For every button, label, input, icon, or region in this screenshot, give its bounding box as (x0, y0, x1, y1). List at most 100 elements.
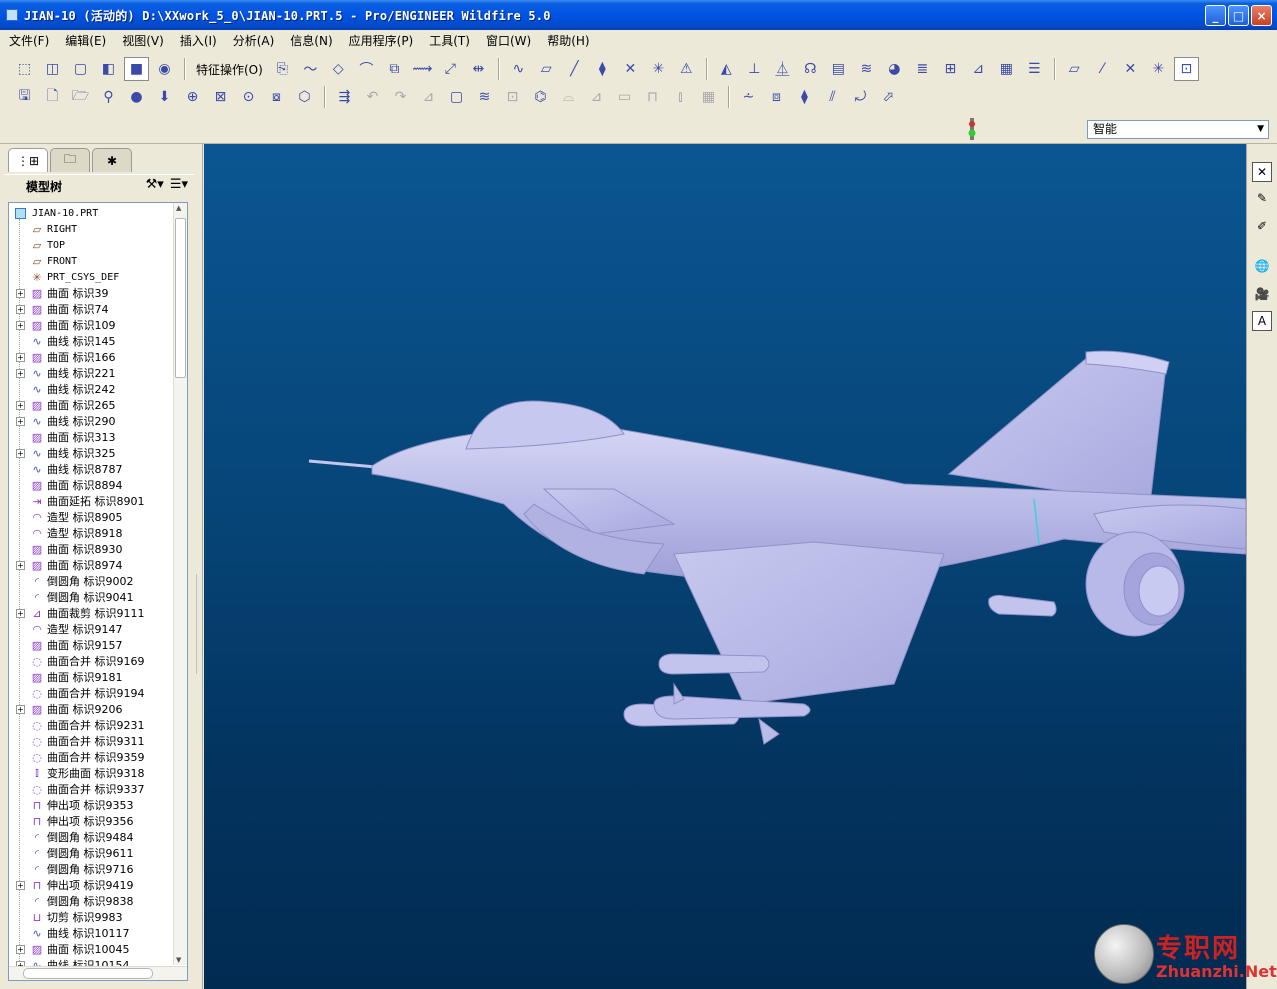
tree-item[interactable]: ◌ 曲面合并 标识9359 (11, 749, 175, 765)
relations-icon[interactable]: ⊕ (180, 85, 205, 109)
curvature-icon[interactable]: ☊ (798, 57, 823, 81)
expand-icon[interactable]: + (16, 416, 25, 426)
shading-edges-icon[interactable]: ◧ (96, 57, 121, 81)
horizontal-scrollbar[interactable] (9, 966, 187, 980)
csys-icon[interactable]: ✳ (646, 57, 671, 81)
tree-item[interactable]: + ▨ 曲面 标识9206 (11, 701, 175, 717)
layer-icon[interactable]: ☰ (1022, 57, 1047, 81)
tree-item[interactable]: + ▨ 曲面 标识10045 (11, 941, 175, 957)
menu-edit[interactable]: 编辑(E) (60, 32, 111, 49)
sketch-edit-icon[interactable]: ✎ (1252, 188, 1272, 208)
style-tool-icon[interactable]: ⇶ (332, 85, 357, 109)
tree-item[interactable]: ▨ 曲面 标识313 (11, 429, 175, 445)
tree-item[interactable]: + ▨ 曲面 标识166 (11, 349, 175, 365)
tree-item[interactable]: + ⊓ 伸出项 标识9419 (11, 877, 175, 893)
copy-icon[interactable]: ⎘ (270, 57, 295, 81)
sphere-icon[interactable]: ● (124, 85, 149, 109)
boundary-blend-icon[interactable]: ⌒ (354, 57, 379, 81)
tree-item[interactable]: ▨ 曲面 标识8930 (11, 541, 175, 557)
tree-item[interactable]: ⊔ 切剪 标识9983 (11, 909, 175, 925)
csys-display-icon[interactable]: ✳ (1146, 57, 1171, 81)
enhanced-realism-icon[interactable]: ◉ (152, 57, 177, 81)
mirror-icon[interactable]: ⇹ (466, 57, 491, 81)
tree-item[interactable]: ▱ FRONT (11, 253, 175, 269)
tree-item[interactable]: + ▨ 曲面 标识265 (11, 397, 175, 413)
regenerate-icon[interactable]: ⬇ (152, 85, 177, 109)
offset-icon[interactable]: ⧉ (382, 57, 407, 81)
connect-icon[interactable]: ⚲ (96, 85, 121, 109)
tree-item[interactable]: ✳ PRT_CSYS_DEF (11, 269, 175, 285)
pencil-icon[interactable]: ✐ (1252, 216, 1272, 236)
menu-tools[interactable]: 工具(T) (424, 32, 475, 49)
show-menu-icon[interactable]: ☰▾ (170, 177, 188, 192)
tree-item[interactable]: ∿ 曲线 标识145 (11, 333, 175, 349)
tree-item[interactable]: ◌ 曲面合并 标识9169 (11, 653, 175, 669)
tree-item[interactable]: ◌ 曲面合并 标识9194 (11, 685, 175, 701)
tree-item[interactable]: + ∿ 曲线 标识290 (11, 413, 175, 429)
tree-item[interactable]: + ⊿ 曲面裁剪 标识9111 (11, 605, 175, 621)
section-icon[interactable]: ⏅ (770, 57, 795, 81)
scroll-thumb[interactable] (175, 218, 186, 378)
point-icon[interactable]: ✕ (618, 57, 643, 81)
dihedral-icon[interactable]: ⊞ (938, 57, 963, 81)
annotation-icon[interactable]: A (1252, 311, 1272, 331)
camera-icon[interactable]: 🎥 (1252, 284, 1272, 304)
isophote-icon[interactable]: ≣ (910, 57, 935, 81)
menu-info[interactable]: 信息(N) (285, 32, 337, 49)
no-hidden-icon[interactable]: ▢ (68, 57, 93, 81)
tree-item[interactable]: ◜ 倒圆角 标识9716 (11, 861, 175, 877)
tree-item[interactable]: + ▨ 曲面 标识8974 (11, 557, 175, 573)
minimize-button[interactable]: _ (1205, 5, 1226, 26)
tree-item[interactable]: ⇥ 曲面延拓 标识8901 (11, 493, 175, 509)
expand-icon[interactable]: + (16, 608, 25, 618)
tab-favorites[interactable]: ✱ (92, 148, 132, 172)
tree-item[interactable]: ∿ 曲线 标识242 (11, 381, 175, 397)
menu-insert[interactable]: 插入(I) (175, 32, 222, 49)
tree-item[interactable]: ∿ 曲线 标识8787 (11, 461, 175, 477)
scroll-up-icon[interactable]: ▲ (176, 204, 181, 212)
vertical-scrollbar[interactable]: ▲ ▼ (173, 203, 187, 965)
menu-analysis[interactable]: 分析(A) (228, 32, 280, 49)
solidify-icon[interactable]: ⤾ (848, 85, 873, 109)
expand-icon[interactable]: + (16, 288, 25, 298)
repaint-icon[interactable]: ⧇ (264, 85, 289, 109)
tree-item[interactable]: ◜ 倒圆角 标识9838 (11, 893, 175, 909)
blend-icon[interactable]: ≋ (472, 85, 497, 109)
feature-ops-button[interactable]: 特征操作(O) (196, 61, 263, 78)
tree-item[interactable]: ∿ 曲线 标识10117 (11, 925, 175, 941)
axis-display-icon[interactable]: ⁄ (1090, 57, 1115, 81)
menu-view[interactable]: 视图(V) (117, 32, 169, 49)
point-display-icon[interactable]: ✕ (1118, 57, 1143, 81)
measure-icon[interactable]: ⊥ (742, 57, 767, 81)
tree-item[interactable]: + ▨ 曲面 标识109 (11, 317, 175, 333)
datum-point-icon[interactable]: ⧫ (590, 57, 615, 81)
datum-plane-icon[interactable]: ▱ (534, 57, 559, 81)
tree-item[interactable]: ⫾ 变形曲面 标识9318 (11, 765, 175, 781)
expand-icon[interactable]: + (16, 400, 25, 410)
tree-item[interactable]: + ▨ 曲面 标识39 (11, 285, 175, 301)
wireframe-icon[interactable]: ⬚ (12, 57, 37, 81)
orient-icon[interactable]: ⬡ (292, 85, 317, 109)
expand-icon[interactable]: + (16, 368, 25, 378)
plane-display-icon[interactable]: ▱ (1062, 57, 1087, 81)
expand-icon[interactable]: + (16, 320, 25, 330)
tab-model-tree[interactable]: ⋮⊞ (8, 148, 48, 172)
tree-item[interactable]: ◠ 造型 标识8918 (11, 525, 175, 541)
save-icon[interactable]: 🖫 (12, 85, 37, 109)
shell-icon[interactable]: ⌬ (528, 85, 553, 109)
tree-item[interactable]: ◠ 造型 标识8905 (11, 509, 175, 525)
tree-item[interactable]: + ▨ 曲面 标识74 (11, 301, 175, 317)
thicken-icon[interactable]: ⫽ (820, 85, 845, 109)
tree-item[interactable]: ◜ 倒圆角 标识9484 (11, 829, 175, 845)
tree-item[interactable]: ◠ 造型 标识9147 (11, 621, 175, 637)
menu-help[interactable]: 帮助(H) (542, 32, 594, 49)
tree-item[interactable]: ▨ 曲面 标识9157 (11, 637, 175, 653)
draft-icon[interactable]: ◭ (714, 57, 739, 81)
analysis-icon[interactable]: ⚠ (674, 57, 699, 81)
tree-item[interactable]: ⊓ 伸出项 标识9356 (11, 813, 175, 829)
extend-icon[interactable]: ⤢ (438, 57, 463, 81)
maximize-button[interactable]: □ (1228, 5, 1249, 26)
scroll-down-icon[interactable]: ▼ (176, 956, 181, 964)
tree-settings-icon[interactable]: ⚒▾ (146, 177, 164, 192)
shade-icon[interactable]: ≋ (854, 57, 879, 81)
